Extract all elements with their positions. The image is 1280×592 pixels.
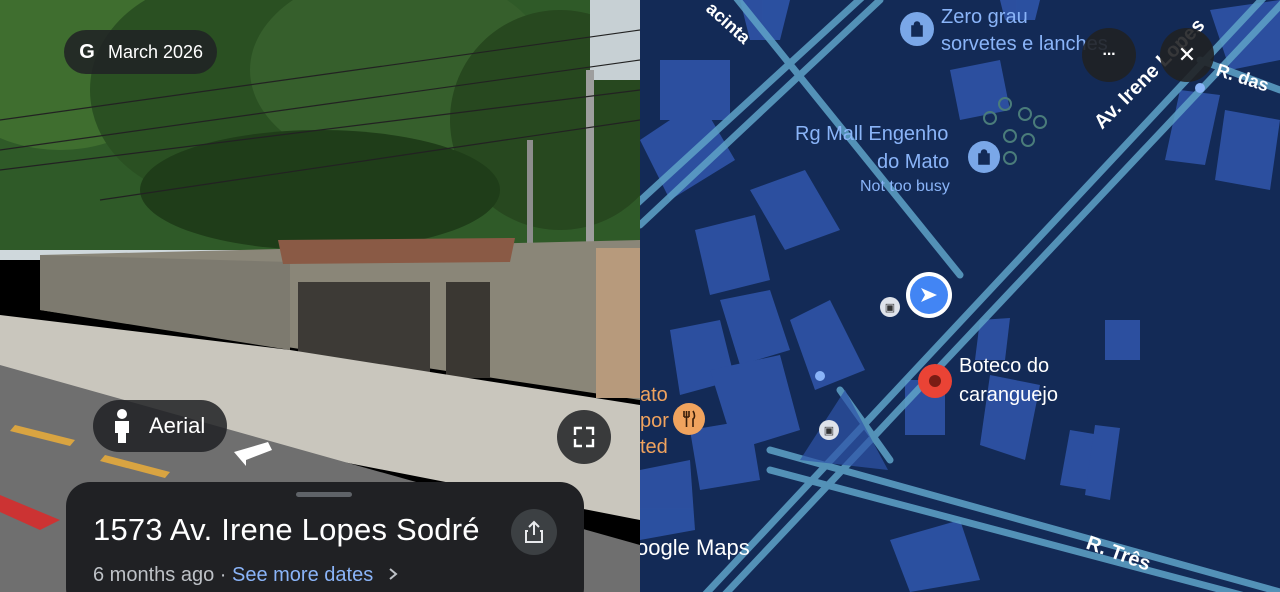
restaurant-icon [683,410,696,427]
map-canvas[interactable]: Av. Irene Lopes R. das acinta R. Três [640,0,1280,592]
aerial-button[interactable]: Aerial [93,400,228,452]
image-age: 6 months ago · See more dates [93,564,399,587]
street-view-panel[interactable]: G March 2026 Aerial 1573 Av. Irene Lopes… [0,0,640,592]
place-name-rg-mall-2[interactable]: do Mato [877,151,949,174]
map-panel[interactable]: Av. Irene Lopes R. das acinta R. Três Ze… [640,0,1280,592]
see-more-dates-link[interactable]: See more dates [232,564,373,586]
bus-stop-icon[interactable]: ▣ [819,420,839,440]
google-maps-watermark: oogle Maps [640,535,750,560]
drag-handle[interactable] [296,492,352,497]
separator: · [219,564,227,586]
more-options-button[interactable]: ··· [1082,28,1136,82]
age-text: 6 months ago [93,564,215,586]
place-name-partial-3: ted [640,436,668,458]
place-pin-zero-grau[interactable] [900,12,934,46]
expand-button[interactable] [557,410,611,464]
share-button[interactable] [511,509,557,555]
expand-icon [573,426,595,448]
place-pin-rg-mall[interactable] [968,141,1000,173]
shopping-bag-icon [978,149,990,165]
imagery-date-chip[interactable]: G March 2026 [64,30,218,74]
location-sheet[interactable]: 1573 Av. Irene Lopes Sodré 6 months ago … [66,482,584,592]
close-button[interactable]: ✕ [1160,28,1214,82]
share-icon [525,520,543,543]
place-name-rg-mall-1[interactable]: Rg Mall Engenho [795,123,948,146]
pin-dot-icon [929,375,941,387]
google-g-icon: G [79,41,95,63]
bus-stop-icon[interactable]: ▣ [880,297,900,317]
place-name-boteco-2[interactable]: caranguejo [959,384,1058,407]
place-pin-boteco[interactable] [918,364,952,398]
aerial-label: Aerial [149,413,206,438]
location-heading-marker[interactable] [906,272,952,318]
address-title: 1573 Av. Irene Lopes Sodré [93,512,480,547]
imagery-date: March 2026 [108,41,204,62]
chevron-right-icon[interactable] [387,567,399,581]
place-pin-restaurant[interactable] [673,403,705,435]
place-name-partial-2: por [640,410,669,432]
place-status-rg-mall: Not too busy [860,178,950,195]
street-label-tres: R. Três [1083,532,1153,575]
more-icon: ··· [1102,46,1117,63]
place-name-partial-1: ato [640,384,668,406]
place-name-zero-grau-1[interactable]: Zero grau [941,6,1028,29]
person-icon [115,409,129,443]
close-icon: ✕ [1177,42,1197,67]
shopping-bag-icon [911,21,923,37]
navigation-arrow-icon [921,288,937,302]
place-name-boteco-1[interactable]: Boteco do [959,355,1049,378]
